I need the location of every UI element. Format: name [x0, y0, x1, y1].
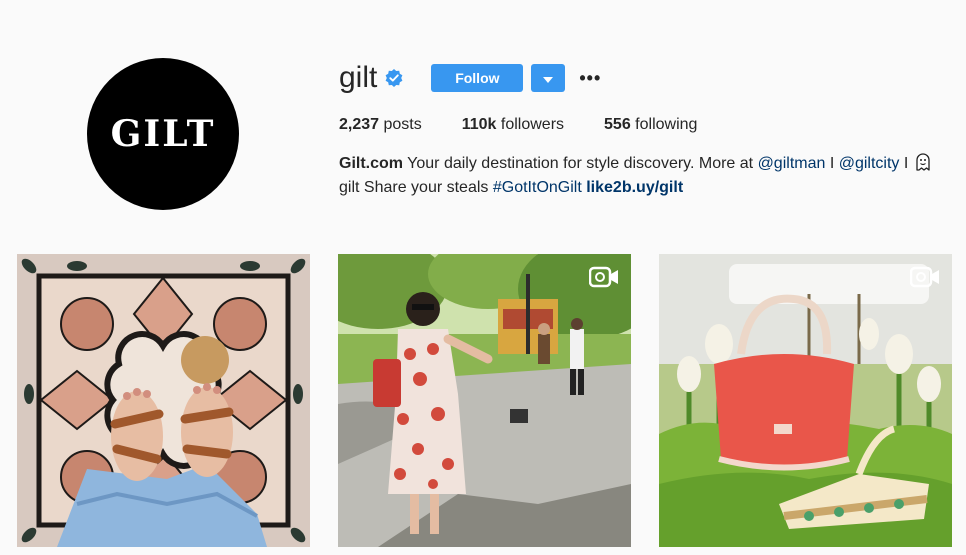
follow-button[interactable]: Follow: [431, 64, 524, 92]
bio-name: Gilt.com: [339, 155, 404, 172]
username: gilt: [339, 61, 378, 94]
profile-header-row: gilt Follow •••: [339, 58, 939, 98]
bio-separator: I: [825, 155, 839, 172]
following-label: following: [630, 116, 698, 133]
hashtag-link[interactable]: #GotItOnGilt: [493, 179, 582, 196]
bio-text: Your daily destination for style discove…: [403, 155, 758, 172]
bio-separator: I: [899, 155, 913, 172]
post-thumbnail[interactable]: [338, 254, 631, 547]
suggested-dropdown-button[interactable]: [531, 64, 566, 92]
post-thumbnail[interactable]: [17, 254, 310, 547]
avatar-logo-text: GILT: [110, 113, 216, 155]
followers-count: 110k: [461, 116, 497, 133]
posts-count-stat: 2,237 posts: [339, 116, 422, 134]
profile-page: GILT gilt Follow ••• 2,237 posts 110k fo…: [0, 0, 966, 555]
followers-count-stat[interactable]: 110k followers: [462, 116, 564, 134]
mention-link-giltcity[interactable]: @giltcity: [839, 155, 900, 172]
profile-stats: 2,237 posts 110k followers 556 following: [339, 116, 939, 134]
more-options-icon[interactable]: •••: [579, 69, 601, 87]
post-image-handbag-sandals: [659, 254, 952, 547]
video-camera-icon: [910, 266, 940, 288]
post-image-marble-sandals: [17, 254, 310, 547]
video-camera-icon: [589, 266, 619, 288]
following-count: 556: [604, 116, 631, 133]
post-thumbnail[interactable]: [659, 254, 952, 547]
bio-text-line2: gilt Share your steals: [339, 179, 493, 196]
posts-count: 2,237: [339, 116, 380, 133]
profile-info: gilt Follow ••• 2,237 posts 110k followe…: [339, 58, 939, 200]
post-image-park-dress: [338, 254, 631, 547]
following-count-stat[interactable]: 556 following: [604, 116, 697, 134]
ghost-emoji-icon: [913, 152, 933, 172]
profile-bio: Gilt.com Your daily destination for styl…: [339, 152, 939, 200]
triangle-down-icon: [543, 71, 554, 86]
mention-link-giltman[interactable]: @giltman: [758, 155, 826, 172]
verified-badge-icon: [385, 69, 403, 87]
followers-label: followers: [496, 116, 565, 133]
posts-label: posts: [379, 116, 422, 133]
website-link[interactable]: like2b.uy/gilt: [586, 179, 683, 196]
profile-avatar[interactable]: GILT: [87, 58, 239, 210]
